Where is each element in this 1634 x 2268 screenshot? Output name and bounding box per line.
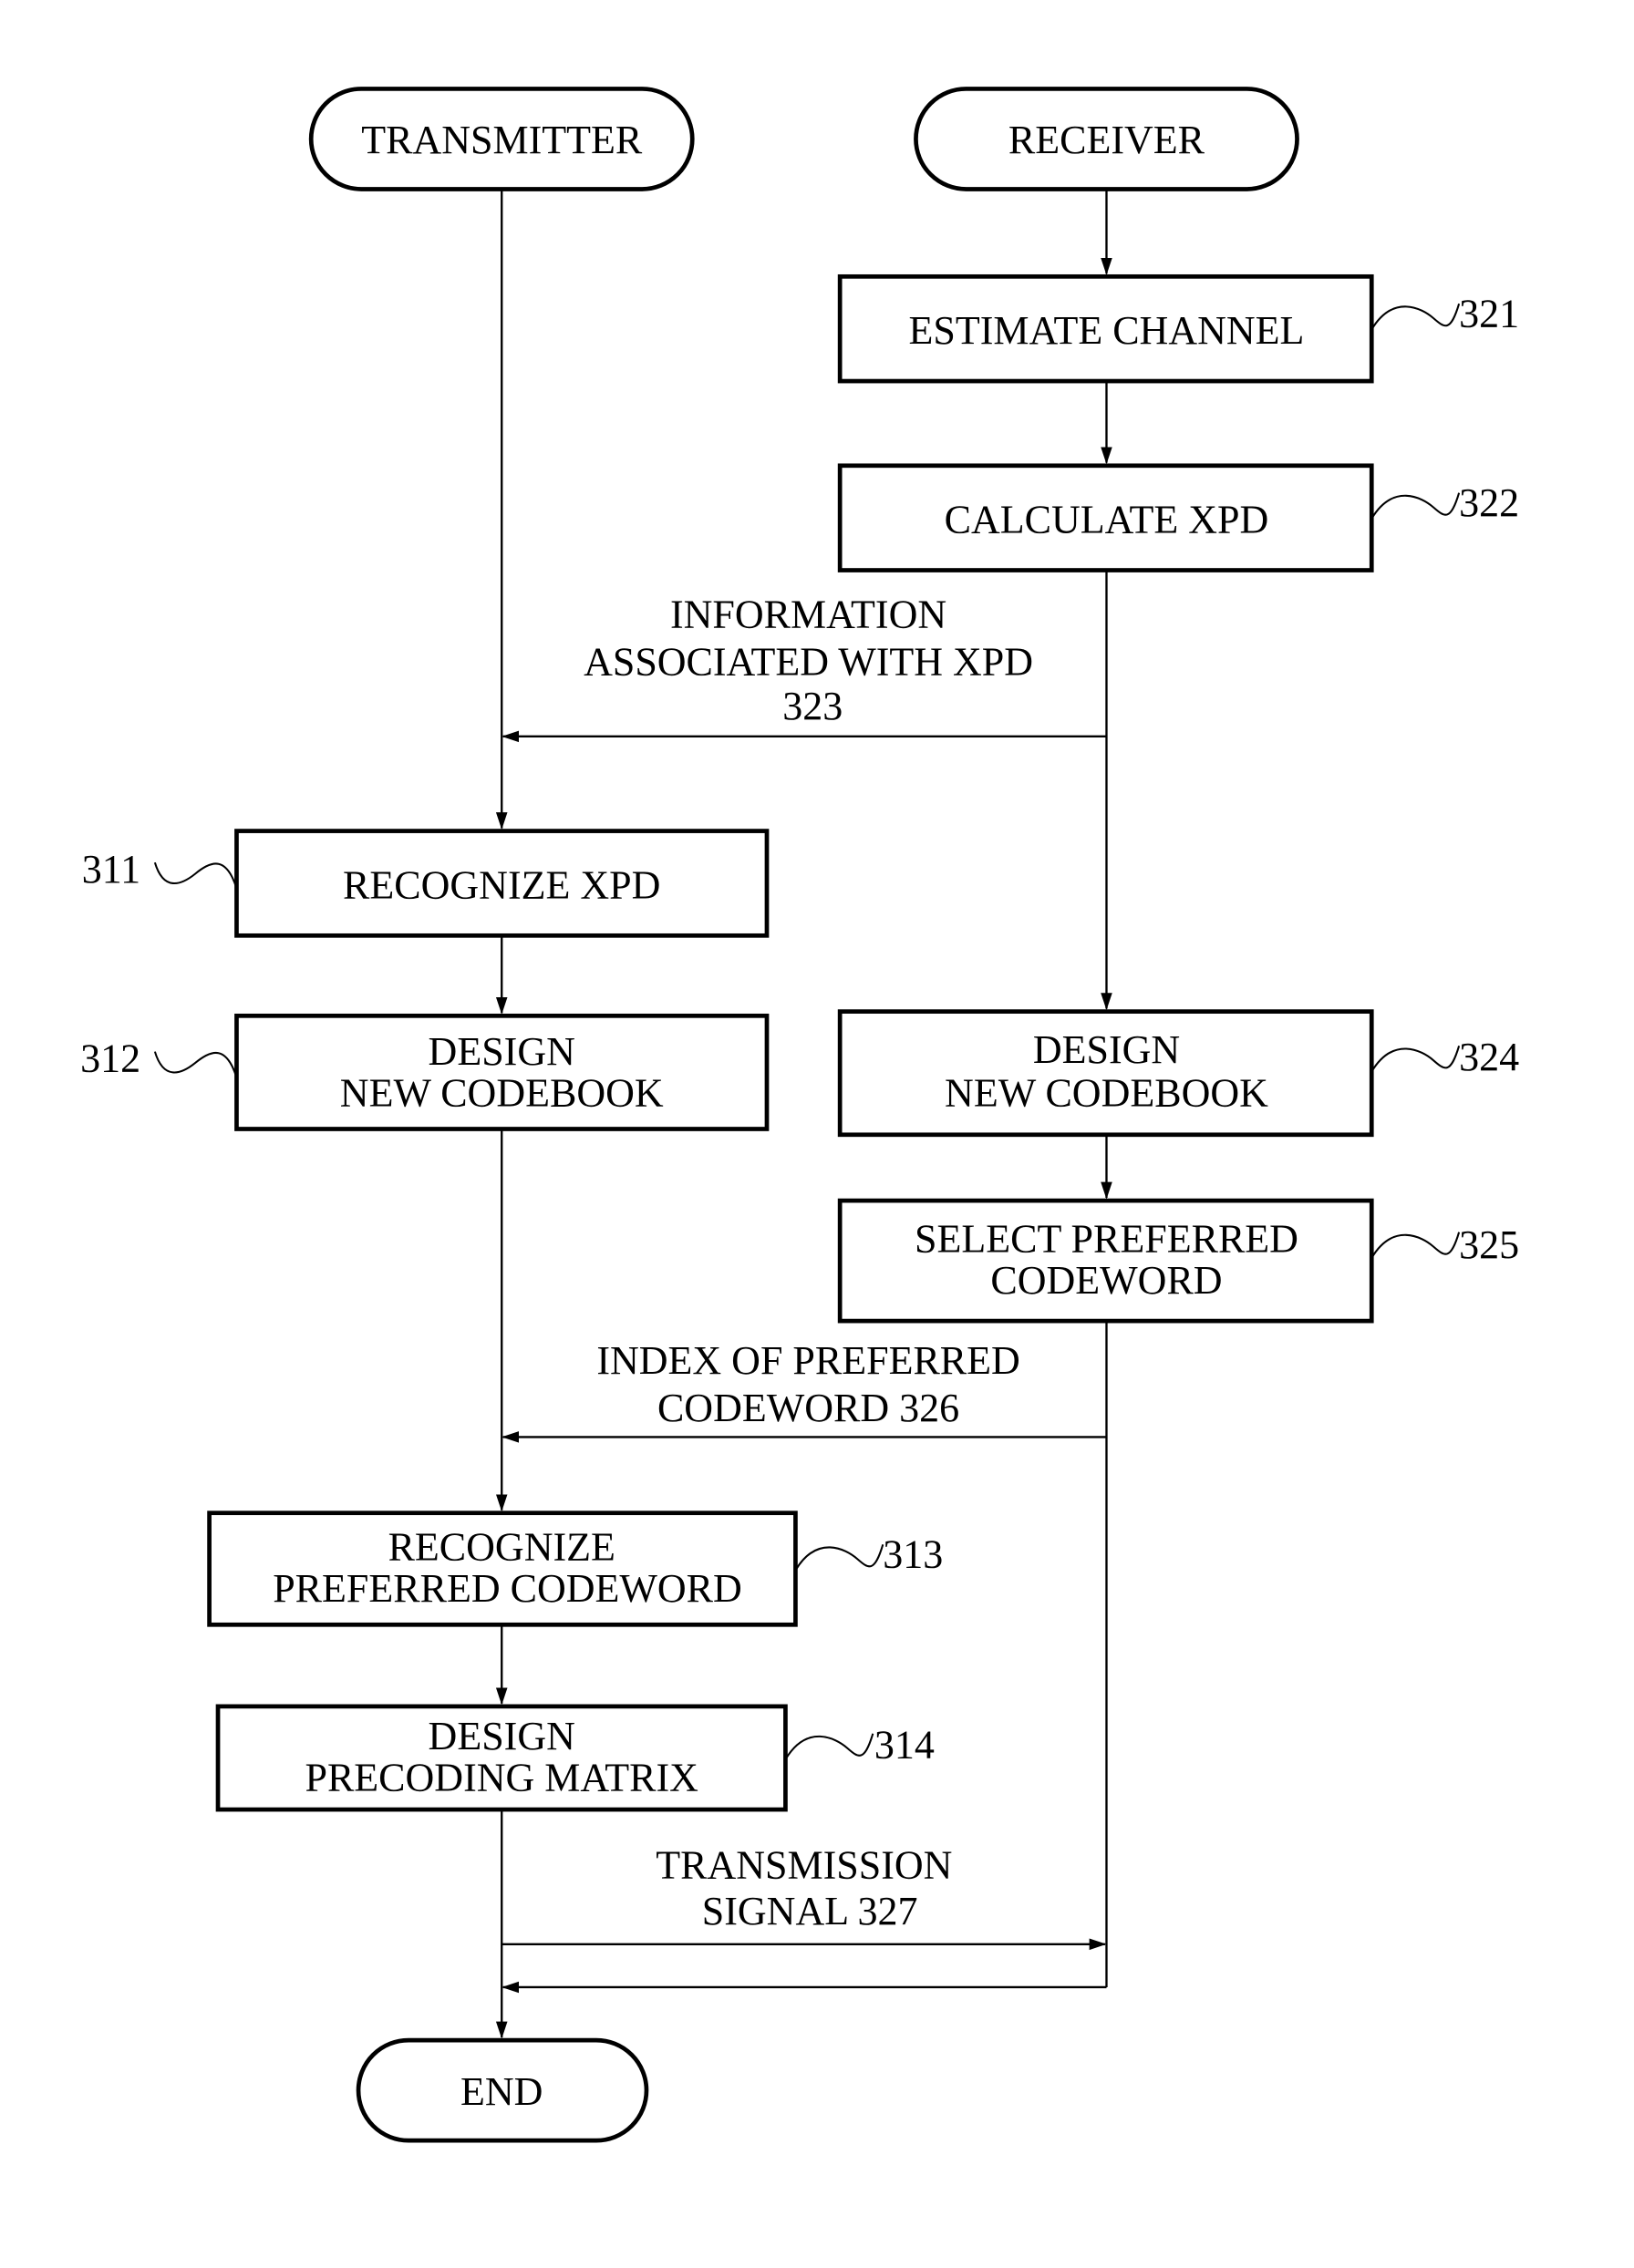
leader-322	[1370, 492, 1461, 520]
svg-text:INFORMATION: INFORMATION	[670, 592, 946, 636]
svg-text:DESIGN: DESIGN	[429, 1029, 575, 1074]
leader-312	[153, 1051, 238, 1078]
message-326-codeword-index: INDEX OF PREFERRED CODEWORD 326	[502, 1338, 1107, 1443]
svg-text:CODEWORD 326: CODEWORD 326	[657, 1386, 959, 1430]
transmitter-terminal: TRANSMITTER	[308, 87, 695, 191]
svg-text:DESIGN: DESIGN	[429, 1714, 575, 1758]
step-324-design-new-codebook: DESIGN NEW CODEBOOK 324	[837, 1009, 1519, 1138]
svg-text:RECOGNIZE: RECOGNIZE	[388, 1525, 615, 1570]
leader-321	[1370, 303, 1461, 331]
transmitter-label: TRANSMITTER	[361, 118, 643, 162]
svg-text:DESIGN: DESIGN	[1033, 1027, 1180, 1072]
ref-311: 311	[82, 847, 140, 892]
ref-312: 312	[80, 1036, 140, 1081]
ref-324: 324	[1459, 1035, 1519, 1079]
step-322-calculate-xpd: CALCULATE XPD 322	[837, 463, 1519, 572]
leader-324	[1370, 1046, 1461, 1073]
receiver-terminal: RECEIVER	[914, 87, 1299, 191]
receiver-label: RECEIVER	[1008, 118, 1205, 162]
svg-text:NEW CODEBOOK: NEW CODEBOOK	[340, 1070, 664, 1115]
step-321-estimate-channel: ESTIMATE CHANNEL 321	[837, 273, 1519, 384]
ref-314: 314	[874, 1722, 935, 1767]
leader-314	[784, 1733, 874, 1760]
step-311-recognize-xpd: RECOGNIZE XPD 311	[82, 829, 770, 938]
end-terminal: END	[356, 2037, 649, 2143]
svg-text:ASSOCIATED WITH XPD: ASSOCIATED WITH XPD	[584, 639, 1033, 684]
ref-322: 322	[1459, 480, 1519, 525]
svg-text:TRANSMISSION: TRANSMISSION	[656, 1842, 952, 1887]
ref-313: 313	[883, 1531, 943, 1576]
svg-text:CODEWORD: CODEWORD	[990, 1258, 1222, 1303]
leader-311	[153, 861, 238, 889]
svg-text:CALCULATE XPD: CALCULATE XPD	[945, 498, 1269, 542]
flowchart: TRANSMITTER RECEIVER ESTIMATE CHANNEL 32…	[80, 87, 1519, 2143]
message-323-xpd-info: INFORMATION ASSOCIATED WITH XPD 323	[502, 592, 1107, 743]
leader-313	[794, 1543, 884, 1572]
message-327-transmission-signal: TRANSMISSION SIGNAL 327	[502, 1842, 1107, 1951]
ref-325: 325	[1459, 1222, 1519, 1267]
svg-text:ESTIMATE CHANNEL: ESTIMATE CHANNEL	[909, 308, 1305, 353]
end-label: END	[460, 2069, 543, 2114]
step-313-recognize-preferred-codeword: RECOGNIZE PREFERRED CODEWORD 313	[207, 1510, 943, 1627]
svg-text:RECOGNIZE XPD: RECOGNIZE XPD	[343, 862, 660, 907]
svg-text:PREFERRED CODEWORD: PREFERRED CODEWORD	[273, 1566, 742, 1611]
leader-325	[1370, 1232, 1461, 1259]
ref-321: 321	[1459, 291, 1519, 335]
svg-text:323: 323	[782, 684, 843, 728]
step-314-design-precoding-matrix: DESIGN PRECODING MATRIX 314	[215, 1704, 935, 1812]
svg-text:PRECODING MATRIX: PRECODING MATRIX	[305, 1756, 698, 1800]
step-325-select-preferred-codeword: SELECT PREFERRED CODEWORD 325	[837, 1198, 1519, 1324]
step-312-design-new-codebook: DESIGN NEW CODEBOOK 312	[80, 1013, 770, 1131]
svg-text:INDEX OF PREFERRED: INDEX OF PREFERRED	[596, 1338, 1019, 1383]
svg-text:SELECT PREFERRED: SELECT PREFERRED	[915, 1217, 1298, 1262]
svg-text:NEW CODEBOOK: NEW CODEBOOK	[945, 1070, 1268, 1115]
svg-text:SIGNAL 327: SIGNAL 327	[702, 1889, 918, 1933]
